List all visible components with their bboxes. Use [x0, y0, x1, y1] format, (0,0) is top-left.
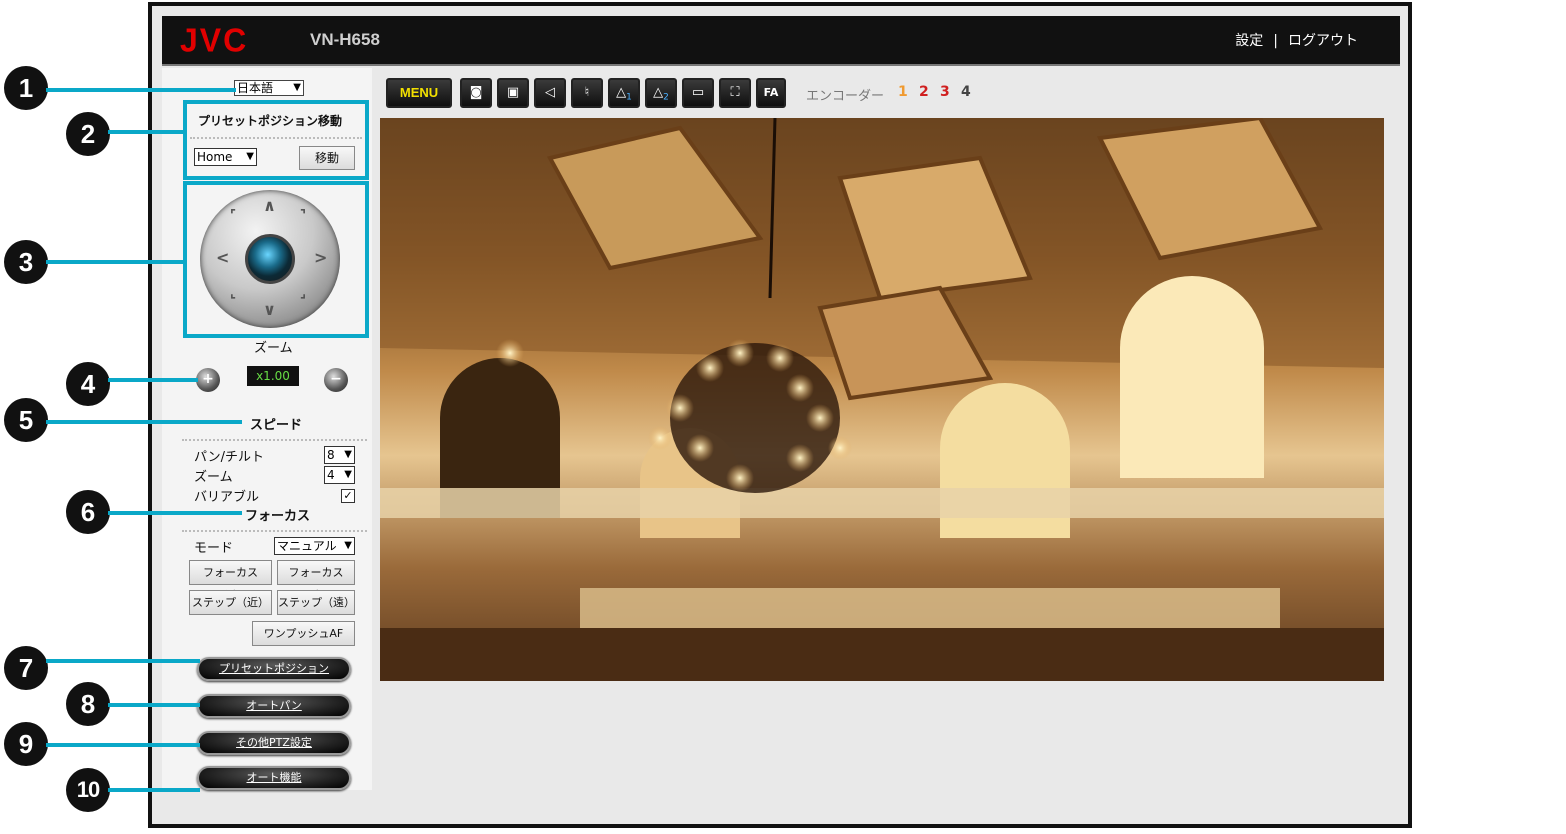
leader-line: [46, 659, 200, 663]
encoder-2[interactable]: 2: [919, 84, 929, 100]
chevron-down-icon: ▼: [344, 469, 352, 480]
callout-9: 9: [4, 722, 48, 766]
preset-move-title: プリセットポジション移動: [198, 114, 343, 128]
model-name: VN-H658: [310, 30, 380, 49]
callout-8: 8: [66, 682, 110, 726]
auto-pan-button[interactable]: オートパン: [197, 694, 351, 718]
step-far-button[interactable]: ステップ（遠）: [277, 590, 355, 615]
language-value: 日本語: [237, 81, 274, 95]
pan-tilt-speed-value: 8: [327, 448, 335, 462]
leader-line: [46, 88, 236, 92]
video-scene: [380, 118, 1384, 681]
chevron-down-icon: ▼: [293, 82, 301, 93]
zoom-value: x1.00: [247, 366, 299, 386]
step-near-button[interactable]: ステップ（近）: [189, 590, 272, 615]
chevron-down-icon: ▼: [344, 449, 352, 460]
leader-line: [108, 130, 186, 134]
preset-value: Home: [197, 150, 233, 164]
zoom-speed-select[interactable]: 4 ▼: [324, 466, 355, 484]
alarm2-number: 2: [663, 92, 669, 103]
chevron-down-icon: ▼: [344, 540, 352, 551]
focus-near-button[interactable]: フォーカス（近）: [189, 560, 272, 602]
speaker-icon[interactable]: ◁: [534, 78, 566, 108]
arrow-left-icon[interactable]: <: [216, 248, 229, 267]
encoder-3[interactable]: 3: [940, 84, 950, 100]
auto-function-button[interactable]: オート機能: [197, 766, 351, 790]
settings-link[interactable]: 設定: [1235, 33, 1263, 49]
home-position-icon[interactable]: [245, 234, 295, 284]
focus-mode-select[interactable]: マニュアル ▼: [274, 537, 355, 555]
arrow-down-icon[interactable]: ∨: [263, 300, 276, 319]
leader-line: [46, 743, 200, 747]
focus-mode-value: マニュアル: [277, 539, 337, 553]
encoder-1[interactable]: 1: [898, 84, 908, 100]
snapshot-icon[interactable]: ◙: [460, 78, 492, 108]
arrow-up-right-icon[interactable]: ⌝: [300, 208, 306, 223]
preset-position-button[interactable]: プリセットポジション: [197, 657, 351, 681]
fullscreen-icon[interactable]: ⛶: [719, 78, 751, 108]
microphone-icon[interactable]: ♮: [571, 78, 603, 108]
zoom-speed-label: ズーム: [194, 470, 233, 485]
variable-checkbox[interactable]: ✓: [341, 489, 355, 503]
chevron-down-icon: ▼: [246, 151, 254, 162]
leader-line: [108, 703, 200, 707]
divider: [190, 137, 362, 139]
leader-line: [108, 788, 200, 792]
one-push-af-button[interactable]: ワンプッシュAF: [252, 621, 355, 646]
callout-4: 4: [66, 362, 110, 406]
pan-tilt-speed-select[interactable]: 8 ▼: [324, 446, 355, 464]
link-separator: |: [1273, 33, 1278, 49]
divider: [182, 530, 367, 532]
callout-2: 2: [66, 112, 110, 156]
leader-line: [46, 260, 186, 264]
variable-label: バリアブル: [194, 490, 260, 505]
move-button[interactable]: 移動: [299, 146, 355, 170]
record-icon[interactable]: ▣: [497, 78, 529, 108]
alarm1-number: 1: [626, 92, 632, 103]
arrow-right-icon[interactable]: >: [314, 248, 327, 267]
focus-far-button[interactable]: フォーカス（遠）: [277, 560, 355, 602]
header-bar: JVC VN-H658 設定 | ログアウト: [162, 16, 1400, 66]
focus-mode-label: モード: [194, 541, 234, 556]
divider: [182, 439, 367, 441]
zoom-label: ズーム: [254, 341, 293, 356]
camera-video-feed[interactable]: [380, 118, 1384, 681]
menu-button[interactable]: MENU: [386, 78, 452, 108]
zoom-in-icon[interactable]: +: [196, 368, 220, 392]
arrow-down-left-icon[interactable]: ⌞: [230, 286, 236, 301]
zoom-out-icon[interactable]: −: [324, 368, 348, 392]
callout-6: 6: [66, 490, 110, 534]
alarm2-icon[interactable]: △2: [645, 78, 677, 108]
fit-screen-icon[interactable]: ▭: [682, 78, 714, 108]
language-select[interactable]: 日本語 ▼: [234, 80, 304, 96]
encoder-label: エンコーダー: [806, 89, 885, 104]
encoder-4[interactable]: 4: [961, 84, 971, 100]
header-links: 設定 | ログアウト: [1235, 30, 1358, 50]
leader-line: [108, 511, 242, 515]
logout-link[interactable]: ログアウト: [1288, 33, 1358, 49]
alarm1-icon[interactable]: △1: [608, 78, 640, 108]
arrow-down-right-icon[interactable]: ⌟: [300, 286, 306, 301]
arrow-up-left-icon[interactable]: ⌜: [230, 208, 236, 223]
arrow-up-icon[interactable]: ∧: [263, 196, 276, 215]
zoom-speed-value: 4: [327, 468, 335, 482]
focus-assist-icon[interactable]: FA: [756, 78, 786, 108]
leader-line: [108, 378, 198, 382]
leader-line: [46, 420, 242, 424]
focus-title: フォーカス: [245, 509, 311, 524]
callout-5: 5: [4, 398, 48, 442]
ptz-joystick[interactable]: ∧ ∨ < > ⌜ ⌝ ⌞ ⌟: [200, 190, 340, 328]
callout-1: 1: [4, 66, 48, 110]
callout-3: 3: [4, 240, 48, 284]
other-ptz-settings-button[interactable]: その他PTZ設定: [197, 731, 351, 755]
jvc-logo: JVC: [180, 21, 249, 59]
callout-7: 7: [4, 646, 48, 690]
speed-title: スピード: [250, 418, 303, 433]
preset-select[interactable]: Home ▼: [194, 148, 257, 166]
callout-10: 10: [66, 768, 110, 812]
pan-tilt-label: パン/チルト: [194, 450, 265, 465]
